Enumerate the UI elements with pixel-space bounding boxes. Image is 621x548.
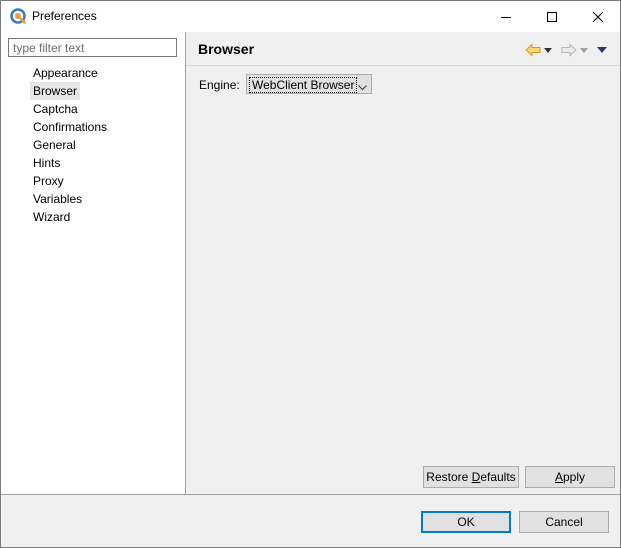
close-icon (592, 11, 603, 22)
forward-button[interactable] (560, 41, 578, 59)
filter-input[interactable] (8, 38, 177, 57)
maximize-icon (546, 11, 557, 22)
chevron-down-icon (358, 80, 367, 94)
view-menu-icon (597, 47, 607, 53)
minimize-icon (500, 16, 511, 18)
tree-item-general[interactable]: General (30, 136, 110, 154)
title-bar[interactable]: Preferences (1, 1, 620, 32)
tree-item-captcha[interactable]: Captcha (30, 100, 110, 118)
tree-item-proxy[interactable]: Proxy (30, 172, 110, 190)
back-button[interactable] (524, 41, 542, 59)
forward-arrow-icon (561, 43, 577, 57)
footer-separator (1, 494, 620, 495)
restore-defaults-label-pre: Restore (426, 470, 472, 484)
apply-button[interactable]: Apply (525, 466, 615, 488)
back-arrow-icon (525, 43, 541, 57)
preferences-window: Preferences Appearance Browser Captcha C… (0, 0, 621, 548)
tree-item-variables[interactable]: Variables (30, 190, 110, 208)
apply-mnemonic: A (554, 470, 563, 484)
chevron-down-icon (544, 47, 552, 53)
preferences-nav-panel: Appearance Browser Captcha Confirmations… (1, 32, 186, 494)
tree-item-confirmations[interactable]: Confirmations (30, 118, 110, 136)
window-title: Preferences (32, 9, 97, 23)
engine-label: Engine: (199, 78, 240, 92)
forward-history-dropdown[interactable] (578, 41, 590, 59)
view-menu-button[interactable] (594, 41, 610, 59)
maximize-button[interactable] (529, 1, 574, 32)
preferences-page: Browser Engine: WebClient Browser Restor… (186, 32, 620, 494)
minimize-button[interactable] (483, 1, 528, 32)
tree-item-appearance[interactable]: Appearance (30, 64, 110, 82)
restore-defaults-button[interactable]: Restore Defaults (423, 466, 519, 488)
tree-item-wizard[interactable]: Wizard (30, 208, 110, 226)
tree-item-hints[interactable]: Hints (30, 154, 110, 172)
engine-select[interactable]: WebClient Browser (246, 74, 372, 94)
restore-defaults-label-post: efaults (480, 470, 516, 484)
preferences-tree: Appearance Browser Captcha Confirmations… (30, 64, 110, 226)
chevron-down-icon (580, 47, 588, 53)
tree-item-browser[interactable]: Browser (30, 82, 81, 100)
cancel-button[interactable]: Cancel (519, 511, 609, 533)
page-navigation (524, 41, 610, 59)
engine-select-value: WebClient Browser (249, 77, 358, 93)
ok-button[interactable]: OK (421, 511, 511, 533)
restore-defaults-mnemonic: D (471, 470, 481, 484)
page-title: Browser (198, 41, 255, 57)
apply-label-post: pply (563, 470, 586, 484)
header-separator (186, 65, 620, 66)
app-icon (10, 8, 26, 24)
back-history-dropdown[interactable] (542, 41, 554, 59)
close-button[interactable] (575, 1, 620, 32)
